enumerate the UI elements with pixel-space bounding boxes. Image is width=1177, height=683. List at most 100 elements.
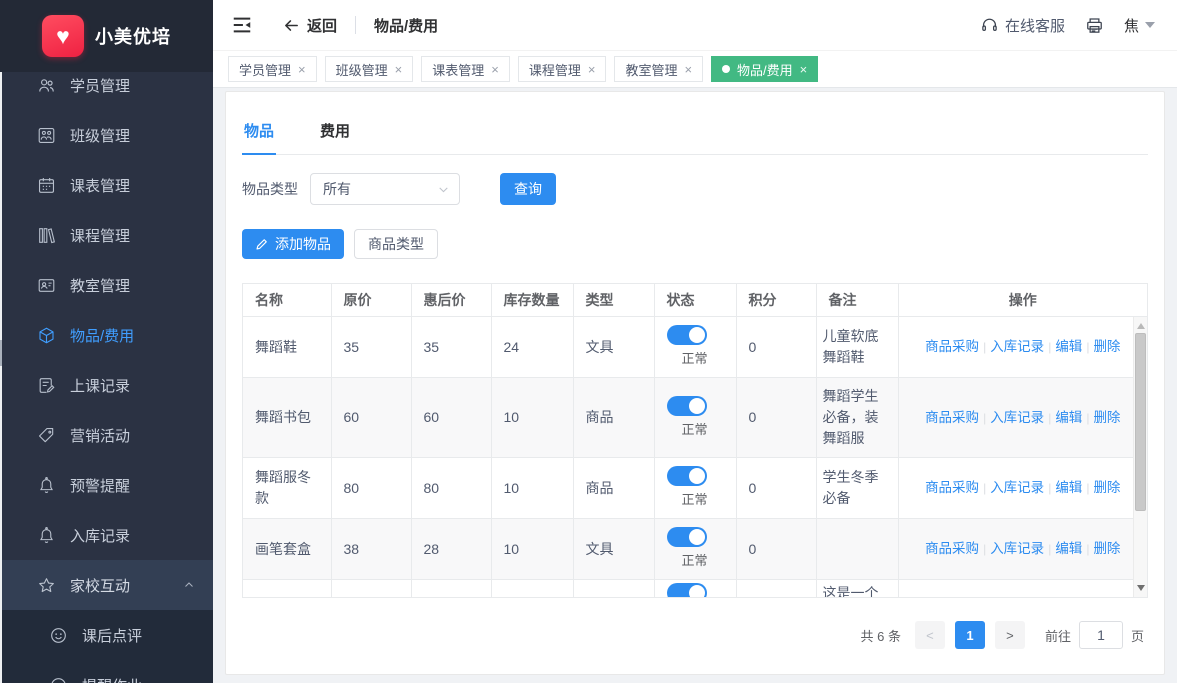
open-tab-物品/费用[interactable]: 物品/费用 × [711, 56, 818, 82]
action-link-删除[interactable]: 删除 [1093, 541, 1120, 556]
cell-name: 舞蹈书包 [243, 378, 331, 458]
open-tab-课程管理[interactable]: 课程管理 × [518, 56, 607, 82]
sidebar-scrollbar-thumb[interactable] [0, 340, 2, 366]
sidebar-item-课程管理[interactable]: 课程管理 [0, 210, 213, 260]
sidebar-item-预警提醒[interactable]: 预警提醒 [0, 460, 213, 510]
sidebar-item-营销活动[interactable]: 营销活动 [0, 410, 213, 460]
status-toggle[interactable] [667, 527, 707, 547]
cell-type: 文具 [573, 519, 654, 580]
cell-original-price: 38 [331, 519, 411, 580]
close-icon[interactable]: × [684, 62, 692, 77]
item-type-manage-button[interactable]: 商品类型 [354, 229, 438, 259]
tab-items[interactable]: 物品 [242, 110, 276, 155]
action-link-删除[interactable]: 删除 [1093, 480, 1120, 495]
cell-name: 画笔套盒 [243, 519, 331, 580]
open-tab-学员管理[interactable]: 学员管理 × [228, 56, 317, 82]
status-label: 正常 [682, 489, 730, 510]
open-tab-label: 课表管理 [432, 60, 484, 79]
back-button[interactable]: 返回 [283, 15, 337, 36]
sidebar-item-课后点评[interactable]: 课后点评 [0, 610, 213, 660]
scroll-down-arrow-icon[interactable] [1137, 585, 1145, 591]
action-link-编辑[interactable]: 编辑 [1055, 410, 1082, 425]
bell-icon [37, 526, 56, 545]
action-link-入库记录[interactable]: 入库记录 [990, 480, 1044, 495]
chevron-down-icon [437, 183, 450, 196]
close-icon[interactable]: × [491, 62, 499, 77]
action-link-编辑[interactable]: 编辑 [1055, 541, 1082, 556]
action-link-商品采购[interactable]: 商品采购 [925, 410, 979, 425]
items-card: 物品 费用 物品类型 所有 查询 添加物品 商品类型 [225, 91, 1165, 675]
open-tab-教室管理[interactable]: 教室管理 × [614, 56, 703, 82]
scroll-up-arrow-icon[interactable] [1137, 323, 1145, 329]
items-table: 名称原价惠后价库存数量类型状态积分备注操作 舞蹈鞋 35 35 24 文具 正常… [242, 283, 1148, 598]
action-separator: | [1086, 542, 1089, 556]
user-menu[interactable]: 焦 [1124, 15, 1155, 36]
action-link-删除[interactable]: 删除 [1093, 410, 1120, 425]
cell-type: 文具 [573, 317, 654, 378]
sidebar-section-label: 家校互动 [70, 575, 130, 596]
close-icon[interactable]: × [588, 62, 596, 77]
open-tab-班级管理[interactable]: 班级管理 × [325, 56, 414, 82]
cell-actions: 商品采购|入库记录|编辑|删除 [898, 317, 1147, 378]
goods-icon [37, 326, 56, 345]
action-link-商品采购[interactable]: 商品采购 [925, 339, 979, 354]
sidebar-item-上课记录[interactable]: 上课记录 [0, 360, 213, 410]
online-service-button[interactable]: 在线客服 [980, 15, 1065, 36]
action-separator: | [983, 481, 986, 495]
action-link-入库记录[interactable]: 入库记录 [990, 339, 1044, 354]
add-item-button[interactable]: 添加物品 [242, 229, 344, 259]
sidebar-item-提醒作业[interactable]: 提醒作业 [0, 660, 213, 683]
action-link-入库记录[interactable]: 入库记录 [990, 410, 1044, 425]
sidebar-item-label: 预警提醒 [70, 475, 130, 496]
status-toggle[interactable] [667, 583, 707, 597]
sidebar-item-物品/费用[interactable]: 物品/费用 [0, 310, 213, 360]
sidebar-item-label: 提醒作业 [82, 675, 142, 683]
sidebar-section-家校互动[interactable]: 家校互动 [0, 560, 213, 610]
cell-type [573, 580, 654, 598]
status-toggle[interactable] [667, 325, 707, 345]
cell-discounted-price [411, 580, 491, 598]
table-scrollbar-thumb[interactable] [1135, 333, 1146, 511]
action-link-入库记录[interactable]: 入库记录 [990, 541, 1044, 556]
prev-page-button[interactable]: < [915, 621, 945, 649]
sidebar-item-课表管理[interactable]: 课表管理 [0, 160, 213, 210]
action-link-编辑[interactable]: 编辑 [1055, 339, 1082, 354]
sidebar-item-label: 上课记录 [70, 375, 130, 396]
close-icon[interactable]: × [800, 62, 808, 77]
open-tab-课表管理[interactable]: 课表管理 × [421, 56, 510, 82]
status-toggle[interactable] [667, 396, 707, 416]
sidebar-item-教室管理[interactable]: 教室管理 [0, 260, 213, 310]
tab-fees[interactable]: 费用 [318, 110, 352, 154]
status-toggle[interactable] [667, 466, 707, 486]
active-dot [722, 65, 730, 73]
action-link-商品采购[interactable]: 商品采购 [925, 541, 979, 556]
cell-actions: 商品采购|入库记录|编辑|删除 [898, 580, 1147, 598]
table-header-row: 名称原价惠后价库存数量类型状态积分备注操作 [243, 284, 1147, 316]
action-link-商品采购[interactable]: 商品采购 [925, 480, 979, 495]
action-separator: | [1086, 340, 1089, 354]
close-icon[interactable]: × [298, 62, 306, 77]
action-link-删除[interactable]: 删除 [1093, 339, 1120, 354]
user-name: 焦 [1124, 15, 1139, 36]
table-row: 舞蹈书包 60 60 10 商品 正常 0 舞蹈学生必备，装舞蹈服 商品采购|入… [243, 378, 1147, 458]
cell-remark: 舞蹈学生必备，装舞蹈服 [816, 378, 898, 458]
close-icon[interactable]: × [395, 62, 403, 77]
sidebar-item-入库记录[interactable]: 入库记录 [0, 510, 213, 560]
headset-icon [980, 16, 999, 35]
sidebar-scrollbar[interactable] [0, 72, 2, 683]
printer-icon[interactable] [1085, 16, 1104, 35]
sidebar-fold-icon[interactable] [231, 14, 253, 36]
next-page-button[interactable]: > [995, 621, 1025, 649]
action-link-编辑[interactable]: 编辑 [1055, 480, 1082, 495]
open-tab-label: 物品/费用 [737, 60, 793, 79]
cell-remark: 这是一个测试 [816, 580, 898, 598]
cell-discounted-price: 35 [411, 317, 491, 378]
goto-page-input[interactable] [1079, 621, 1123, 649]
topbar: 返回 物品/费用 在线客服 焦 [213, 0, 1177, 50]
page-1-button[interactable]: 1 [955, 621, 985, 649]
query-button[interactable]: 查询 [500, 173, 556, 205]
table-scrollbar[interactable] [1133, 317, 1147, 597]
sidebar-item-班级管理[interactable]: 班级管理 [0, 110, 213, 160]
topbar-right: 在线客服 焦 [980, 15, 1155, 36]
item-type-select[interactable]: 所有 [310, 173, 460, 205]
